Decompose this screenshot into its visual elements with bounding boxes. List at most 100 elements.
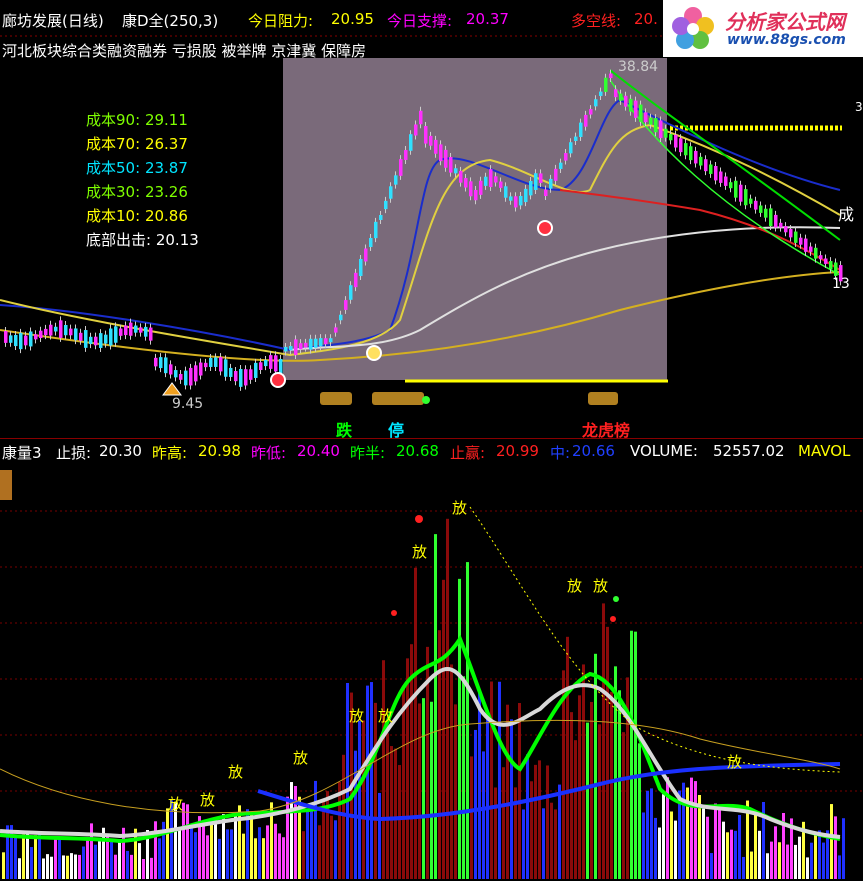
candle-body: [224, 359, 228, 377]
kline-chart-panel[interactable]: 廊坊发展(日线) 康D全(250,3) 今日阻力: 20.95 今日支撑: 20…: [0, 0, 863, 440]
candle-body: [529, 181, 533, 196]
coin-stack-icon[interactable]: [372, 392, 424, 405]
candle-body: [314, 338, 318, 348]
candle-body: [794, 231, 798, 243]
volume-bar: [266, 825, 269, 879]
volume-bar: [566, 636, 569, 879]
low-price-label: 9.45: [172, 396, 204, 412]
candle-body: [214, 357, 218, 367]
volume-chart-canvas[interactable]: [0, 439, 863, 881]
candle-body: [149, 327, 153, 341]
volume-bar: [470, 756, 473, 879]
volume-bar: [258, 827, 261, 879]
candle-body: [709, 164, 713, 174]
volume-bar: [618, 690, 621, 879]
volume-value: 52557.02: [713, 442, 785, 460]
candle-body: [359, 258, 363, 277]
candle-body: [469, 181, 473, 197]
volume-bar: [150, 857, 153, 879]
candle-body: [519, 195, 523, 206]
candle-body: [14, 334, 18, 347]
panel-collapse-handle[interactable]: [0, 470, 12, 500]
volume-bar: [466, 562, 469, 879]
logo-title: 分析家公式网: [725, 10, 845, 34]
candle-body: [679, 138, 683, 153]
candle-body: [344, 300, 348, 310]
right-edge-mark: 3: [855, 100, 863, 114]
volume-bar: [558, 784, 561, 879]
volume-chart-panel[interactable]: 康量3 止损: 20.30 昨高: 20.98 昨低: 20.40 昨半: 20…: [0, 438, 863, 881]
candle-body: [724, 176, 728, 186]
volume-bar: [222, 814, 225, 879]
candle-body: [414, 124, 418, 136]
volume-bar: [282, 837, 285, 879]
volume-bar: [730, 829, 733, 879]
take-profit-label: 止赢:: [450, 444, 486, 462]
buy-signal-icon[interactable]: [270, 372, 286, 388]
volume-bar: [634, 631, 637, 879]
candle-body: [134, 325, 138, 333]
candle-body: [24, 335, 28, 346]
candle-body: [619, 93, 623, 101]
candle-body: [604, 77, 608, 92]
candle-body: [399, 159, 403, 176]
mid-label: 中:: [550, 444, 571, 462]
volume-bar: [650, 788, 653, 879]
candle-body: [124, 325, 128, 336]
candle-body: [734, 180, 738, 198]
candle-body: [524, 188, 528, 203]
candle-body: [624, 95, 628, 107]
volume-bar: [130, 854, 133, 879]
volume-bar: [90, 823, 93, 879]
volume-bar: [318, 825, 321, 879]
candle-body: [184, 370, 188, 386]
candle-body: [434, 139, 438, 154]
volume-bar: [370, 682, 373, 879]
stop-loss-label: 止损:: [56, 444, 92, 462]
candle-body: [119, 328, 123, 336]
volume-bar: [74, 854, 77, 879]
mavol-label: MAVOL: [798, 442, 851, 460]
volume-peak-dot: [610, 616, 616, 622]
volume-peak-dot: [613, 596, 619, 602]
volume-bar: [610, 691, 613, 879]
candle-body: [509, 196, 513, 201]
candle-body: [164, 357, 168, 374]
candle-body: [229, 367, 233, 377]
candle-body: [649, 117, 653, 125]
volume-peak-dot: [415, 515, 423, 523]
take-profit-value: 20.99: [496, 442, 539, 460]
volume-bar: [550, 802, 553, 879]
candle-body: [44, 328, 48, 336]
volume-bar: [682, 782, 685, 879]
volume-bar-series: [2, 518, 845, 879]
candle-body: [769, 208, 773, 227]
prev-high-value: 20.98: [198, 442, 241, 460]
volume-bar: [166, 808, 169, 879]
volume-bar: [62, 855, 65, 879]
event-coin-icon[interactable]: [366, 345, 382, 361]
volume-bar: [274, 823, 277, 879]
candle-body: [249, 369, 253, 380]
right-edge-char: 成: [838, 205, 855, 224]
candle-body: [504, 186, 508, 198]
volume-bar: [794, 844, 797, 879]
house-icon[interactable]: [162, 382, 182, 396]
candle-body: [144, 326, 148, 337]
volume-bar: [434, 534, 437, 879]
support-label: 今日支撑:: [387, 12, 453, 30]
candle-body: [74, 328, 78, 341]
coin-stack-icon[interactable]: [588, 392, 618, 405]
candle-body: [749, 198, 753, 204]
coin-stack-icon[interactable]: [320, 392, 352, 405]
candle-body: [354, 272, 358, 288]
volume-bar: [538, 760, 541, 879]
cost-row: 成本50: 23.87: [86, 159, 188, 177]
buy-signal-icon[interactable]: [537, 220, 553, 236]
volume-bar: [738, 814, 741, 879]
candle-body: [264, 359, 268, 367]
volume-bar: [726, 832, 729, 879]
volume-bar: [250, 812, 253, 879]
candle-body: [614, 89, 618, 98]
candle-body: [69, 328, 73, 336]
